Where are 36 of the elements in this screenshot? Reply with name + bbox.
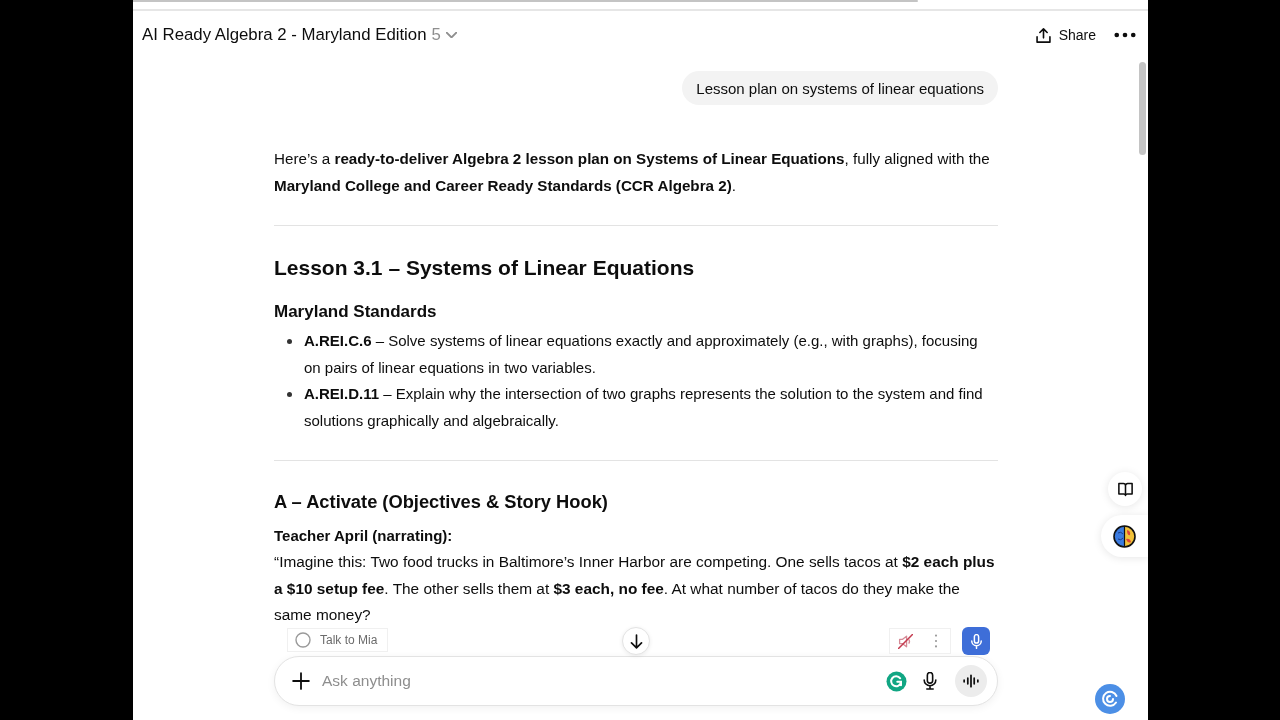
brain-icon bbox=[1113, 524, 1136, 548]
book-icon bbox=[1117, 481, 1133, 497]
waveform-icon bbox=[963, 673, 979, 689]
user-message: Lesson plan on systems of linear equations bbox=[682, 71, 998, 105]
brain-button[interactable] bbox=[1101, 515, 1148, 557]
microphone-button[interactable] bbox=[962, 627, 990, 655]
scrollbar-thumb[interactable] bbox=[1139, 62, 1146, 155]
microphone-icon bbox=[968, 633, 984, 649]
g-logo-icon[interactable] bbox=[886, 670, 907, 692]
arrow-down-icon bbox=[628, 633, 644, 649]
share-icon bbox=[1035, 27, 1051, 43]
add-button[interactable] bbox=[292, 672, 310, 690]
story-paragraph: “Imagine this: Two food trucks in Baltimore’s Inner Harbor are competing. One sells tacos at $2 each plus a $10 setup fee. The other sells them at $3 each, no fee. At what number of tacos do they make the same money? bbox=[274, 552, 996, 625]
chat-title[interactable]: AI Ready Algebra 2 - Maryland Edition bbox=[142, 25, 427, 45]
chevron-down-icon[interactable] bbox=[445, 31, 457, 39]
message-input[interactable]: Ask anything bbox=[320, 668, 876, 694]
voice-mode-button[interactable] bbox=[955, 665, 987, 697]
speaker-label: Teacher April (narrating): bbox=[274, 526, 454, 546]
message-composer[interactable]: Ask anything bbox=[274, 656, 998, 706]
standard-item: A.REI.C.6 – Solve systems of linear equations exactly and approximately (e.g., with graphs), focusing on pairs of linear equations in two variables. bbox=[304, 331, 979, 378]
ring-icon bbox=[295, 632, 311, 648]
lesson-title: Lesson 3.1 – Systems of Linear Equations bbox=[274, 255, 696, 281]
book-button[interactable] bbox=[1108, 472, 1142, 506]
standard-item: A.REI.D.11 – Explain why the intersection of two graphs represents the solution to the system and find solutions graphically and algebraically. bbox=[304, 384, 984, 431]
bullet-icon bbox=[287, 339, 292, 344]
bullet-icon bbox=[287, 392, 292, 397]
section-subheading: Maryland Standards bbox=[274, 301, 438, 323]
share-button[interactable]: Share bbox=[1031, 21, 1100, 49]
section-heading: A – Activate (Objectives & Story Hook) bbox=[274, 490, 609, 514]
microphone-icon[interactable] bbox=[921, 672, 939, 690]
swirl-icon[interactable] bbox=[1095, 684, 1125, 714]
intro-paragraph: Here’s a ready-to-deliver Algebra 2 lesson plan on Systems of Linear Equations, fully aligned with the Maryland College and Career Ready Standards (CCR Algebra 2). bbox=[274, 149, 991, 196]
scroll-down-button[interactable] bbox=[622, 627, 650, 655]
plus-icon bbox=[292, 672, 310, 690]
voice-chat-button[interactable]: Talk to Mia bbox=[288, 629, 388, 651]
speaker-muted-icon[interactable] bbox=[898, 633, 914, 649]
